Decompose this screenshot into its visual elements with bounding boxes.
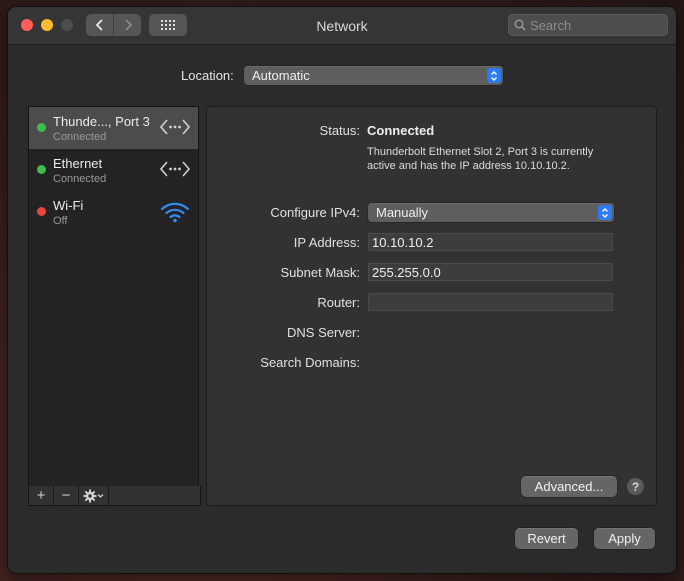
location-value: Automatic [252,68,310,83]
service-actions-button[interactable] [79,486,109,505]
dns-server-label: DNS Server: [287,325,360,340]
service-name: Thunde..., Port 3 [53,114,150,129]
status-label: Status: [319,123,360,138]
ip-address-label: IP Address: [293,235,360,250]
service-item-wifi[interactable]: Wi-Fi Off [29,191,198,233]
advanced-button[interactable]: Advanced... [521,476,617,497]
search-icon [514,19,526,31]
service-item-thunderbolt[interactable]: Thunde..., Port 3 Connected [29,107,198,149]
popup-stepper-icon [487,68,501,83]
service-state: Connected [53,131,107,143]
remove-service-button[interactable]: − [54,486,79,505]
subnet-mask-field[interactable] [368,263,613,281]
status-description-line1: Thunderbolt Ethernet Slot 2, Port 3 is c… [367,146,594,158]
ethernet-icon [160,161,190,177]
status-dot [37,207,46,216]
status-dot [37,165,46,174]
status-value: Connected [367,123,435,138]
popup-stepper-icon [598,205,612,220]
status-dot [37,123,46,132]
titlebar: Network [8,7,676,45]
revert-button[interactable]: Revert [515,528,578,549]
router-field[interactable] [368,293,613,311]
service-state: Off [53,215,68,227]
apply-button[interactable]: Apply [594,528,655,549]
service-name: Wi-Fi [53,198,84,213]
ethernet-icon [160,119,190,135]
service-item-ethernet[interactable]: Ethernet Connected [29,149,198,191]
gear-icon [83,489,103,502]
help-button[interactable]: ? [627,478,644,495]
wifi-icon [160,202,190,223]
location-popup[interactable]: Automatic [244,66,503,85]
service-list-toolbar: + − [28,486,201,506]
configure-ipv4-popup[interactable]: Manually [368,203,614,222]
search-domains-label: Search Domains: [260,355,360,370]
network-window: Network Location: Automatic Thunde..., P… [8,7,676,573]
search-input[interactable] [530,16,662,34]
subnet-mask-label: Subnet Mask: [280,265,361,280]
add-service-button[interactable]: + [29,486,54,505]
search-box[interactable] [508,14,668,36]
service-list: Thunde..., Port 3 Connected Ethernet Con… [28,106,199,488]
router-label: Router: [317,295,360,310]
status-description-line2: active and has the IP address 10.10.10.2… [367,160,570,172]
configure-ipv4-value: Manually [376,205,429,220]
location-label: Location: [181,68,234,83]
service-name: Ethernet [53,156,103,171]
service-state: Connected [53,173,107,185]
configure-ipv4-label: Configure IPv4: [270,205,360,220]
ip-address-field[interactable] [368,233,613,251]
